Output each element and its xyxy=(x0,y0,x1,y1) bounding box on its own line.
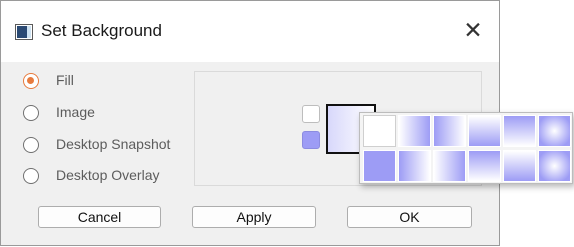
option-desktop-overlay-label: Desktop Overlay xyxy=(56,167,160,183)
radio-desktop-overlay[interactable] xyxy=(23,168,39,184)
cancel-button[interactable]: Cancel xyxy=(38,206,161,228)
close-icon[interactable]: ✕ xyxy=(460,17,486,43)
palette-tile-gradient-right-left[interactable] xyxy=(433,115,466,147)
secondary-color-swatch[interactable] xyxy=(302,131,320,149)
option-desktop-snapshot-label: Desktop Snapshot xyxy=(56,136,171,152)
title-bar: Set Background ✕ xyxy=(1,1,499,62)
palette-tile-radial-center[interactable] xyxy=(538,115,571,147)
palette-tile-gradient-bottom-top-2[interactable] xyxy=(503,150,536,182)
option-fill-label: Fill xyxy=(56,72,74,88)
palette-tile-gradient-right-left-2[interactable] xyxy=(433,150,466,182)
option-image-label: Image xyxy=(56,104,95,120)
gradient-palette-popup xyxy=(359,112,573,184)
palette-tile-gradient-top-bottom[interactable] xyxy=(468,115,501,147)
radio-desktop-snapshot[interactable] xyxy=(23,137,39,153)
palette-tile-radial-center-2[interactable] xyxy=(538,150,571,182)
palette-tile-gradient-left-right[interactable] xyxy=(398,115,431,147)
dialog-title: Set Background xyxy=(41,21,162,40)
palette-tile-gradient-bottom-top[interactable] xyxy=(503,115,536,147)
ok-button[interactable]: OK xyxy=(347,206,472,228)
primary-color-swatch[interactable] xyxy=(302,105,320,123)
apply-button[interactable]: Apply xyxy=(192,206,316,228)
radio-image[interactable] xyxy=(23,105,39,121)
palette-tile-solid-white[interactable] xyxy=(363,115,396,147)
palette-tile-solid-blue[interactable] xyxy=(363,150,396,182)
palette-tile-gradient-left-right-2[interactable] xyxy=(398,150,431,182)
radio-fill[interactable] xyxy=(23,73,39,89)
app-window-icon xyxy=(15,24,33,40)
palette-tile-gradient-top-bottom-2[interactable] xyxy=(468,150,501,182)
